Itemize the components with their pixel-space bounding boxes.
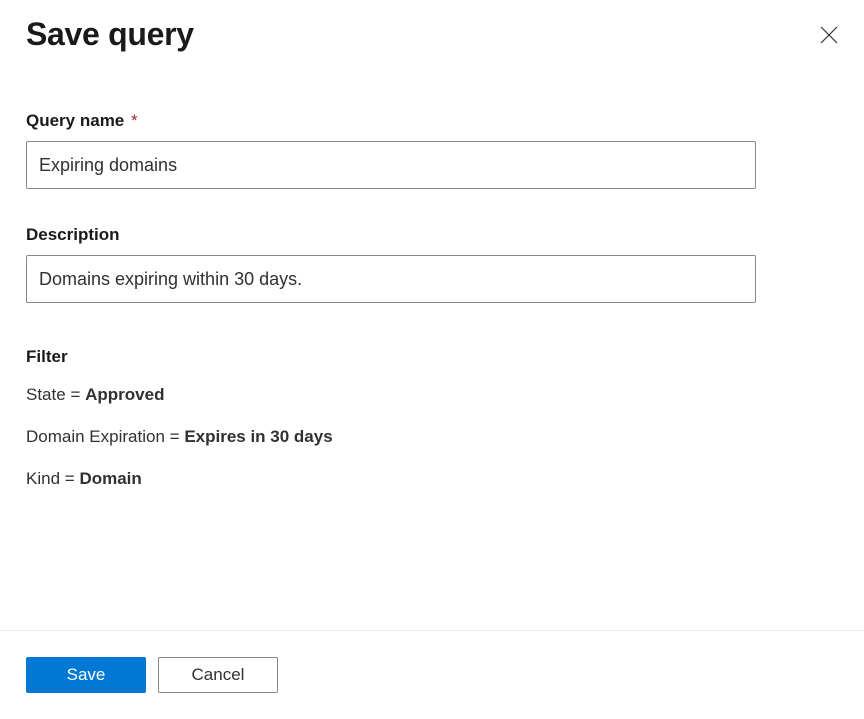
cancel-button[interactable]: Cancel: [158, 657, 278, 693]
filter-value: Expires in 30 days: [184, 427, 332, 446]
save-query-dialog: Save query Query name * Description Filt…: [0, 0, 864, 719]
dialog-footer: Save Cancel: [0, 630, 864, 719]
filter-section: Filter State = Approved Domain Expiratio…: [26, 347, 838, 511]
required-indicator: *: [131, 111, 138, 130]
filter-row: Domain Expiration = Expires in 30 days: [26, 427, 838, 447]
filter-row: Kind = Domain: [26, 469, 838, 489]
filter-value: Approved: [85, 385, 164, 404]
filter-heading: Filter: [26, 347, 838, 367]
close-button[interactable]: [816, 22, 842, 48]
query-name-label: Query name *: [26, 111, 838, 131]
query-name-group: Query name *: [26, 111, 838, 189]
query-name-label-text: Query name: [26, 111, 124, 130]
dialog-header: Save query: [26, 16, 838, 53]
filter-field: Domain Expiration: [26, 427, 165, 446]
close-icon: [820, 26, 838, 44]
dialog-title: Save query: [26, 16, 194, 53]
description-label: Description: [26, 225, 838, 245]
filter-operator: =: [170, 427, 180, 446]
filter-operator: =: [70, 385, 80, 404]
filter-row: State = Approved: [26, 385, 838, 405]
query-name-input[interactable]: [26, 141, 756, 189]
description-group: Description: [26, 225, 838, 303]
save-button[interactable]: Save: [26, 657, 146, 693]
filter-operator: =: [65, 469, 75, 488]
description-input[interactable]: [26, 255, 756, 303]
filter-field: State: [26, 385, 66, 404]
filter-field: Kind: [26, 469, 60, 488]
filter-value: Domain: [79, 469, 141, 488]
